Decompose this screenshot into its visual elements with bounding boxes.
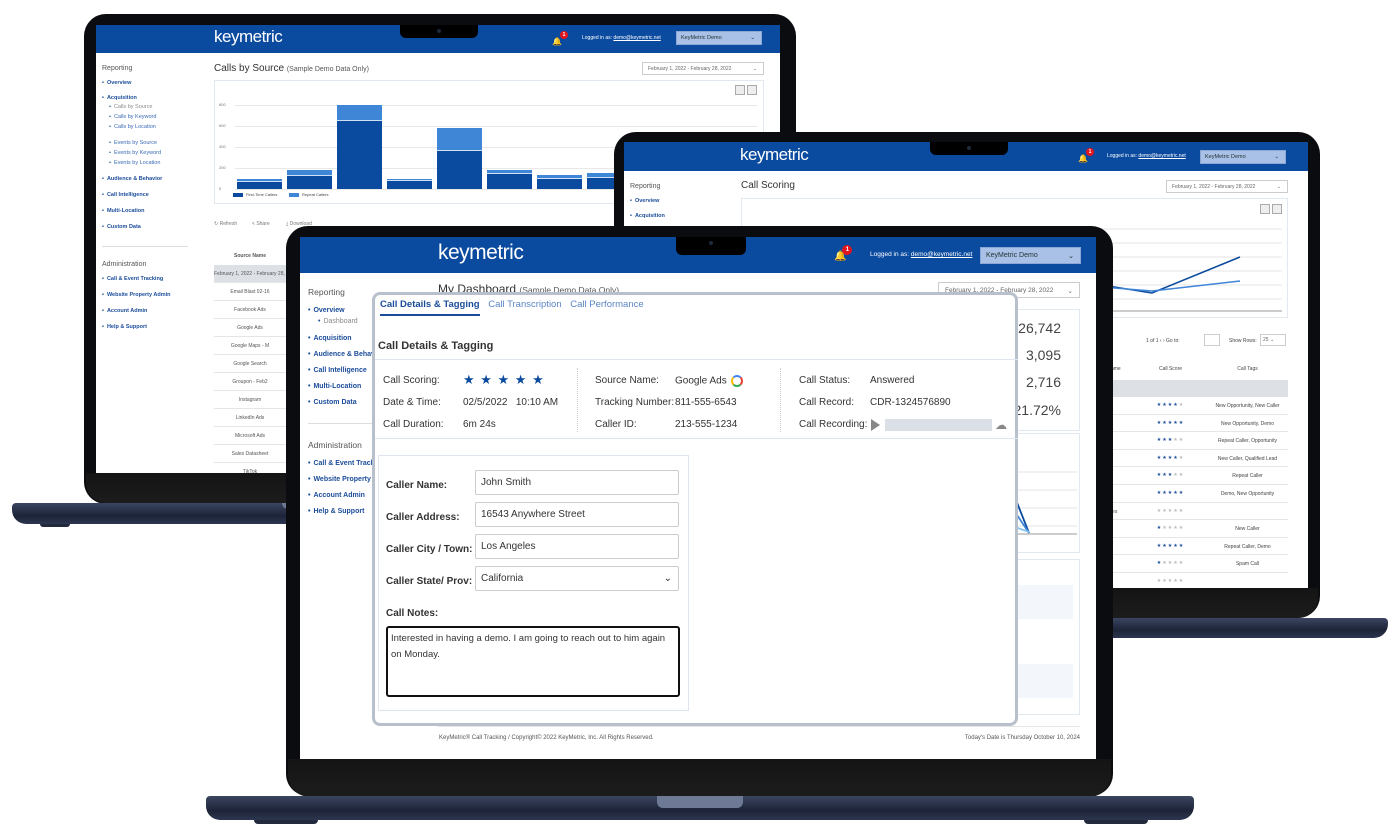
tracking-number-row: Tracking Number: 811-555-6543 (595, 397, 737, 408)
sidebar-item-call-event-tracking[interactable]: Call & Event Tracking (308, 460, 378, 467)
call-score-stars[interactable]: ★ ★ ★ ★ ★ (463, 372, 545, 388)
account-select[interactable]: KeyMetric Demo ⌄ (980, 247, 1081, 264)
audio-player: ☁ (871, 418, 1007, 432)
user-email-link[interactable]: demo@keymetric.net (911, 251, 973, 258)
footer-copyright: KeyMetric® Call Tracking / Copyright© 20… (439, 735, 654, 741)
caller-id-value: 213-555-1234 (675, 419, 738, 430)
logged-in-text: Logged in as: demo@keymetric.net (870, 251, 973, 258)
sidebar-section-administration: Administration (308, 440, 362, 450)
call-record-label: Call Record: (799, 397, 855, 408)
call-recording-label: Call Recording: (799, 419, 868, 430)
call-record-row: Call Record: CDR-1324576890 (799, 397, 951, 408)
marketing-composite: keymetric 🔔 1 Logged in as: demo@keymetri… (0, 0, 1400, 840)
chevron-down-icon: ⌄ (663, 573, 672, 584)
sidebar-item-custom-data[interactable]: Custom Data (308, 399, 378, 406)
call-status-value: Answered (870, 375, 915, 386)
call-status-row: Call Status: Answered (799, 375, 914, 386)
caller-city-label: Caller City / Town: (386, 544, 473, 555)
caller-id-label: Caller ID: (595, 419, 637, 430)
call-scoring-row: Call Scoring: ★ ★ ★ ★ ★ (383, 372, 544, 387)
tracking-number-label: Tracking Number: (595, 397, 675, 408)
call-duration-label: Call Duration: (383, 419, 444, 430)
audio-progress-bar[interactable] (885, 419, 992, 431)
google-icon (730, 375, 743, 387)
sidebar-item-overview[interactable]: Overview (308, 307, 378, 314)
call-details-modal: Call Details & Tagging Call Transcriptio… (372, 292, 1018, 726)
notification-badge: 1 (842, 245, 853, 255)
kpi-value-2: 3,095 (1025, 347, 1061, 363)
caller-address-label: Caller Address: (386, 512, 460, 523)
call-duration-value: 6m 24s (463, 419, 496, 430)
date-time-label: Date & Time: (383, 397, 441, 408)
caller-state-select[interactable]: California ⌄ (475, 566, 679, 591)
source-name-value: Google Ads (675, 375, 743, 387)
sidebar-item-website-property-admin[interactable]: Website Property Admin (308, 476, 378, 483)
tab-call-performance[interactable]: Call Performance (570, 299, 643, 314)
footer-divider (438, 726, 1080, 727)
modal-title: Call Details & Tagging (378, 340, 494, 352)
tab-call-details-tagging[interactable]: Call Details & Tagging (380, 299, 480, 316)
cloud-download-icon[interactable]: ☁ (995, 418, 1007, 432)
sidebar-item-help-support[interactable]: Help & Support (308, 508, 378, 515)
sidebar-item-audience-behavior[interactable]: Audience & Behavior (308, 351, 378, 358)
caller-id-row: Caller ID: 213-555-1234 (595, 419, 737, 430)
source-name-label: Source Name: (595, 375, 659, 386)
call-record-value: CDR-1324576890 (870, 397, 951, 408)
tracking-number-value: 811-555-6543 (675, 397, 737, 408)
kpi-value-3: 2,716 (1025, 374, 1061, 390)
source-name-row: Source Name: Google Ads (595, 375, 743, 387)
call-duration-row: Call Duration: 6m 24s (383, 419, 496, 430)
keymetric-logo: keymetric (438, 241, 524, 264)
chevron-down-icon: ⌄ (1068, 253, 1074, 260)
sidebar-item-multi-location[interactable]: Multi-Location (308, 383, 378, 390)
sidebar-subitem-dashboard[interactable]: Dashboard (318, 318, 378, 325)
call-notes-label: Call Notes: (386, 608, 439, 619)
caller-address-input[interactable]: 16543 Anywhere Street (475, 502, 679, 527)
footer-todays-date: Today's Date is Thursday October 10, 202… (964, 735, 1080, 741)
chevron-down-icon: ⌄ (1067, 288, 1073, 295)
sidebar-item-call-intelligence[interactable]: Call Intelligence (308, 367, 378, 374)
caller-state-label: Caller State/ Prov: (386, 576, 473, 587)
caller-name-input[interactable]: John Smith (475, 470, 679, 495)
call-details-panel: Call Scoring: ★ ★ ★ ★ ★ Date & Time: 02/… (375, 359, 1018, 439)
call-status-label: Call Status: (799, 375, 851, 386)
caller-info-form: Caller Name: John Smith Caller Address: … (378, 455, 689, 711)
kpi-value-1: 26,742 (1018, 320, 1061, 336)
sidebar: Reporting Overview Dashboard Acquisition… (308, 287, 378, 515)
sidebar-item-acquisition[interactable]: Acquisition (308, 335, 378, 342)
caller-city-input[interactable]: Los Angeles (475, 534, 679, 559)
sidebar-section-reporting: Reporting (308, 287, 345, 297)
notification-bell-icon[interactable]: 🔔 1 (834, 245, 853, 262)
date-time-value: 02/5/2022 10:10 AM (463, 397, 559, 408)
sidebar-item-account-admin[interactable]: Account Admin (308, 492, 378, 499)
tab-call-transcription[interactable]: Call Transcription (488, 299, 561, 314)
caller-name-label: Caller Name: (386, 480, 448, 491)
play-icon[interactable] (871, 419, 880, 431)
call-notes-textarea[interactable]: Interested in having a demo. I am going … (386, 626, 680, 697)
modal-tabs: Call Details & Tagging Call Transcriptio… (380, 299, 650, 316)
date-time-row: Date & Time: 02/5/2022 10:10 AM (383, 397, 558, 408)
kpi-value-4: 21.72% (1013, 402, 1061, 418)
call-recording-row: Call Recording: ☁ (799, 418, 1007, 432)
call-scoring-label: Call Scoring: (383, 375, 440, 386)
